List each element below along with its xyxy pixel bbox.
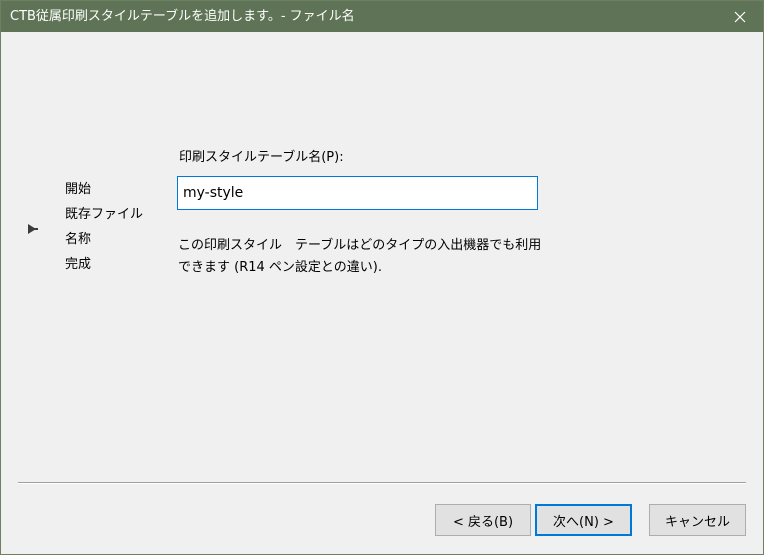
style-table-name-label: 印刷スタイルテーブル名(P): (179, 150, 344, 165)
back-button[interactable]: < 戻る(B) (435, 504, 531, 536)
step-start: 開始 (65, 182, 92, 197)
style-table-name-input[interactable] (177, 176, 538, 210)
footer-separator (18, 482, 746, 484)
cancel-button[interactable]: キャンセル (649, 504, 746, 536)
step-name: 名称 (65, 232, 92, 247)
dialog-window: CTB従属印刷スタイルテーブルを追加します。- ファイル名 開始 既存ファイル … (0, 0, 764, 555)
next-button[interactable]: 次へ(N) > (535, 504, 632, 536)
title-bar[interactable]: CTB従属印刷スタイルテーブルを追加します。- ファイル名 (1, 1, 763, 32)
step-finish: 完成 (65, 257, 92, 272)
close-button[interactable] (717, 1, 763, 32)
current-step-arrow-tail (34, 228, 38, 230)
description-text: この印刷スタイル テーブルはどのタイプの入出機器でも利用できます (R14 ペン… (178, 238, 542, 275)
step-existing-file: 既存ファイル (65, 207, 144, 222)
window-title: CTB従属印刷スタイルテーブルを追加します。- ファイル名 (10, 9, 355, 24)
wizard-steps: 開始 既存ファイル 名称 完成 (65, 177, 143, 277)
close-icon (734, 11, 746, 22)
